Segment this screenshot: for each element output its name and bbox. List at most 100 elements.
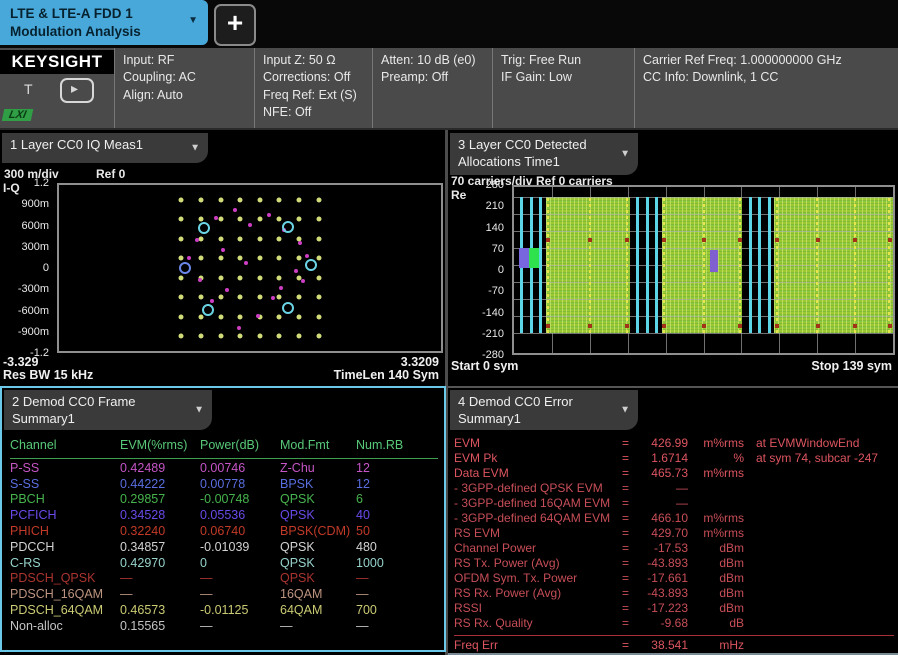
frame-summary-table: Channel EVM(%rms) Power(dB) Mod.Fmt Num.… — [10, 438, 438, 635]
summary-eq: = — [622, 526, 636, 541]
y-tick: 280 — [486, 179, 504, 191]
cell-power: — — [200, 587, 280, 603]
add-tab-button[interactable]: + — [214, 4, 256, 46]
summary-extra — [744, 638, 894, 653]
x-max-label: 3.3209 — [401, 355, 439, 369]
summary-val: — — [636, 496, 688, 511]
constellation-dot — [238, 256, 243, 261]
panel2-title-dropdown[interactable]: 2 Demod CC0 Frame Summary1 ▼ — [4, 390, 212, 430]
col-header-evm: EVM(%rms) — [120, 438, 200, 454]
tab-lte-modulation-analysis[interactable]: LTE & LTE-A FDD 1 Modulation Analysis ▼ — [0, 0, 208, 45]
cell-evm: 0.32240 — [120, 524, 200, 540]
rs-dot — [888, 324, 892, 328]
cell-power: — — [200, 619, 280, 635]
panel-iq-meas: 1 Layer CC0 IQ Meas1 ▼ 300 m/div Ref 0 I… — [0, 130, 445, 386]
panel3-title-dropdown[interactable]: 3 Layer CC0 Detected Allocations Time1 ▼ — [450, 133, 638, 175]
summary-extra — [744, 526, 894, 541]
summary-row: EVM=426.99m%rmsat EVMWindowEnd — [454, 436, 894, 451]
constellation-dot — [238, 275, 243, 280]
timelen-label: TimeLen 140 Sym — [334, 368, 439, 382]
allocations-plot[interactable] — [512, 185, 895, 355]
marker-ring — [198, 222, 210, 234]
table-row: PDCCH0.34857-0.01039QPSK480 — [10, 540, 438, 556]
constellation-dot — [179, 236, 184, 241]
panel1-title-dropdown[interactable]: 1 Layer CC0 IQ Meas1 ▼ — [2, 133, 208, 163]
summary-extra — [744, 571, 894, 586]
summary-label: RS Rx. Quality — [454, 616, 622, 631]
table-header-rule — [10, 458, 438, 459]
panel1-title: 1 Layer CC0 IQ Meas1 — [10, 137, 143, 152]
constellation-dot — [316, 314, 321, 319]
cell-channel: PBCH — [10, 492, 120, 508]
col-header-channel: Channel — [10, 438, 120, 454]
cell-power: 0 — [200, 556, 280, 572]
tab-dropdown-icon[interactable]: ▼ — [188, 14, 198, 27]
chevron-down-icon: ▼ — [620, 404, 630, 417]
panel3-title-line1: 3 Layer CC0 Detected — [458, 137, 616, 154]
table-header-row: Channel EVM(%rms) Power(dB) Mod.Fmt Num.… — [10, 438, 438, 454]
table-row: Non-alloc0.15565——— — [10, 619, 438, 635]
cell-evm: — — [120, 587, 200, 603]
panel3-title-line2: Allocations Time1 — [458, 154, 616, 171]
header-line: Freq Ref: Ext (S) — [263, 87, 372, 104]
error-scatter-point — [294, 269, 298, 273]
constellation-dot — [316, 275, 321, 280]
summary-row: - 3GPP-defined 16QAM EVM=— — [454, 496, 894, 511]
summary-extra — [744, 481, 894, 496]
control-symbol-line — [636, 197, 639, 333]
rs-dot — [853, 238, 857, 242]
y-tick: 900m — [21, 198, 49, 210]
panel-frame-summary: 2 Demod CC0 Frame Summary1 ▼ Channel EVM… — [0, 386, 446, 652]
summary-unit — [688, 481, 744, 496]
constellation-dot — [179, 295, 184, 300]
constellation-dot — [257, 295, 262, 300]
error-scatter-point — [233, 208, 237, 212]
tab-title-line1: LTE & LTE-A FDD 1 — [10, 5, 198, 23]
cell-mod: QPSK — [280, 556, 356, 572]
cell-evm: 0.42970 — [120, 556, 200, 572]
summary-val: -9.68 — [636, 616, 688, 631]
brand-cell: KEYSIGHT T LXI — [0, 48, 114, 128]
summary-unit: mHz — [688, 638, 744, 653]
table-row: C-RS0.429700QPSK1000 — [10, 556, 438, 572]
constellation-dot — [218, 197, 223, 202]
constellation-dot — [316, 256, 321, 261]
cell-numrb: — — [356, 587, 438, 603]
constellation-dot — [218, 256, 223, 261]
cell-mod: Z-Chu — [280, 461, 356, 477]
constellation-dot — [198, 334, 203, 339]
instrument-screen: LTE & LTE-A FDD 1 Modulation Analysis ▼ … — [0, 0, 898, 655]
summary-label: RS Tx. Power (Avg) — [454, 556, 622, 571]
cell-channel: PDCCH — [10, 540, 120, 556]
brand-sub-label: T — [24, 81, 33, 97]
constellation-dot — [238, 197, 243, 202]
table-row: P-SS0.424890.00746Z-Chu12 — [10, 461, 438, 477]
rs-dot — [588, 238, 592, 242]
summary-unit: dBm — [688, 571, 744, 586]
summary-val: 466.10 — [636, 511, 688, 526]
summary-eq: = — [622, 571, 636, 586]
marker-ring — [282, 302, 294, 314]
resource-stripe — [854, 197, 856, 333]
summary-row: RS Tx. Power (Avg)=-43.893dBm — [454, 556, 894, 571]
ref-level-label: Ref 0 — [96, 167, 125, 181]
resource-stripe — [589, 197, 591, 333]
summary-label: Data EVM — [454, 466, 622, 481]
chevron-down-icon: ▼ — [190, 142, 200, 155]
cell-channel: PDSCH_QPSK — [10, 571, 120, 587]
summary-label: RS EVM — [454, 526, 622, 541]
constellation-dot — [316, 334, 321, 339]
cell-evm: 0.29857 — [120, 492, 200, 508]
resource-stripe — [547, 197, 549, 333]
constellation-dot — [257, 256, 262, 261]
cell-power: 0.00746 — [200, 461, 280, 477]
constellation-dot — [277, 256, 282, 261]
error-scatter-point — [301, 279, 305, 283]
constellation-dot — [238, 236, 243, 241]
summary-label: EVM — [454, 436, 622, 451]
panel4-title-dropdown[interactable]: 4 Demod CC0 Error Summary1 ▼ — [450, 390, 638, 430]
control-symbol-line — [539, 197, 542, 333]
res-bw-label: Res BW 15 kHz — [3, 368, 93, 382]
cell-channel: PCFICH — [10, 508, 120, 524]
constellation-plot[interactable] — [57, 183, 443, 353]
